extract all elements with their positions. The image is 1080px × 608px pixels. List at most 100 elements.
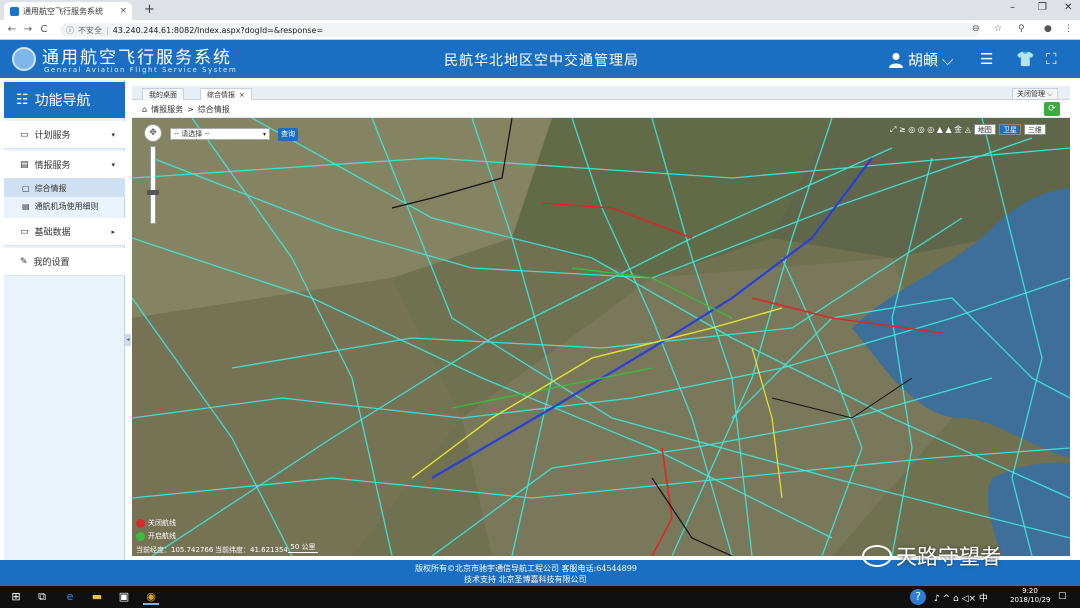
file-explorer-icon[interactable]: ▬ xyxy=(89,589,105,605)
edge-icon[interactable]: e xyxy=(62,589,78,605)
map-tool-icons[interactable]: ⤢ ≥ ◎ ◎ ◎ ▲ ▲ 金 ◬ xyxy=(890,124,971,136)
caret-right-icon: ▸ xyxy=(111,227,115,236)
fullscreen-icon[interactable]: ⛶ xyxy=(1046,50,1057,68)
caret-down-icon: ▾ xyxy=(111,160,115,169)
legend-swatch xyxy=(136,518,145,528)
satellite-map[interactable] xyxy=(132,118,1070,556)
system-clock[interactable]: 9:20 2018/10/29 xyxy=(1010,587,1050,605)
grid-icon: ☷ xyxy=(16,92,29,108)
task-view-icon[interactable]: ⧉ xyxy=(34,589,50,605)
sidebar-item-label: 情报服务 xyxy=(34,161,71,171)
breadcrumb-separator: > xyxy=(187,104,194,114)
bookmark-star-icon[interactable]: ☆ xyxy=(994,24,1002,34)
layer-map-button[interactable]: 地图 xyxy=(973,124,996,135)
browser-menu-icon[interactable]: ⋮ xyxy=(1064,24,1073,34)
close-window-button[interactable]: ✕ xyxy=(1064,2,1072,13)
tab-close-icon[interactable]: × xyxy=(239,91,245,99)
maximize-button[interactable]: ❐ xyxy=(1038,2,1047,13)
sidebar-subitem-label: 综合情报 xyxy=(34,183,67,193)
zoom-slider[interactable] xyxy=(150,146,156,224)
intel-icon: ▤ xyxy=(20,159,29,170)
latitude-readout: 当前纬度：41.621354 xyxy=(215,546,288,554)
clock-time: 9:20 xyxy=(1022,587,1038,595)
theme-shirt-icon[interactable]: 👕 xyxy=(1016,50,1035,68)
folder-icon: ▭ xyxy=(20,226,29,237)
new-tab-button[interactable]: + xyxy=(144,2,155,17)
sidebar-item-basic-data[interactable]: ▭ 基础数据 ▸ xyxy=(4,218,125,246)
home-icon: ⌂ xyxy=(142,104,148,114)
select-placeholder: -- 请选择 -- xyxy=(174,130,210,138)
zoom-slider-thumb[interactable] xyxy=(147,190,159,195)
map-scale: 50 公里 xyxy=(288,542,318,553)
sidebar-item-plan[interactable]: ▭ 计划服务 ▾ xyxy=(4,121,125,149)
tab-close-icon[interactable]: × xyxy=(119,6,127,16)
organization-name: 民航华北地区空中交通管理局 xyxy=(444,53,639,69)
url-text: 43.240.244.61:8082/Index.aspx?dogId=&res… xyxy=(112,25,324,35)
forward-button[interactable]: → xyxy=(20,24,36,35)
sidebar-item-settings[interactable]: ✎ 我的设置 xyxy=(4,248,125,276)
back-button[interactable]: ← xyxy=(4,24,20,35)
insecure-label: 不安全 xyxy=(78,25,102,35)
layer-satellite-button[interactable]: 卫星 xyxy=(998,124,1021,135)
app-title: 通用航空飞行服务系统 xyxy=(42,48,232,68)
store-icon[interactable]: ▣ xyxy=(116,589,132,605)
sidebar-item-label: 我的设置 xyxy=(33,258,70,268)
notification-icon[interactable]: ▢ xyxy=(1058,591,1067,601)
chrome-icon[interactable]: ◉ xyxy=(143,589,159,605)
tray-icons[interactable]: ♪ ^ ⌂ ◁× 中 xyxy=(934,591,988,604)
caret-down-icon: ▾ xyxy=(111,130,115,139)
sidebar-item-label: 计划服务 xyxy=(34,131,71,141)
map-canvas[interactable] xyxy=(132,118,1070,556)
layer-3d-button[interactable]: 三维 xyxy=(1023,124,1046,135)
help-icon[interactable]: ? xyxy=(910,589,926,605)
tab-label: 我的桌面 xyxy=(149,90,177,99)
map-toolbar: ⤢ ≥ ◎ ◎ ◎ ▲ ▲ 金 ◬ 地图 卫星 三维 xyxy=(890,124,1046,136)
tech-support-text: 技术支持 北京圣博嘉科技有限公司 xyxy=(464,575,587,584)
legend-label: 关闭航线 xyxy=(148,519,176,527)
breadcrumb-item: 情报服务 xyxy=(151,104,184,114)
start-icon[interactable]: ⊞ xyxy=(8,589,24,605)
wechat-logo-icon xyxy=(862,545,892,567)
map-search-select[interactable]: -- 请选择 -- ▾ xyxy=(170,128,270,140)
favicon-icon xyxy=(10,6,19,16)
tab-comprehensive-intel[interactable]: 综合情报 × xyxy=(200,88,252,100)
address-bar: ← → C ⓘ 不安全 | 43.240.244.61:8082/Index.a… xyxy=(0,20,1080,40)
longitude-readout: 当前经度：105.742766 xyxy=(136,546,214,554)
watermark: 天路守望者 xyxy=(862,541,1001,571)
browser-tab-title: 通用航空飞行服务系统 xyxy=(23,6,103,16)
user-menu[interactable]: 胡頔 ⌵ xyxy=(888,49,953,70)
tab-label: 综合情报 xyxy=(207,90,235,99)
clock-date: 2018/10/29 xyxy=(1010,596,1051,604)
legend-swatch xyxy=(136,531,145,541)
refresh-button[interactable]: ⟳ xyxy=(1044,102,1060,116)
sidebar-subitem-airport-rules[interactable]: ▤ 通航机场使用细则 xyxy=(4,197,125,215)
sidebar-item-intel[interactable]: ▤ 情报服务 ▾ xyxy=(4,151,125,179)
query-button[interactable]: 查询 xyxy=(278,128,298,141)
legend-closed-route: 关闭航线 xyxy=(136,518,176,528)
user-name: 胡頔 xyxy=(908,51,939,69)
reload-button[interactable]: C xyxy=(36,24,52,35)
app-logo-icon xyxy=(12,47,36,71)
doc-icon: ▤ xyxy=(22,201,30,211)
legend-label: 开启航线 xyxy=(148,532,176,540)
extension-icon[interactable]: ⚲ xyxy=(1018,24,1025,34)
wrench-icon: ✎ xyxy=(20,256,28,267)
sidebar-subitem-label: 通航机场使用细则 xyxy=(34,201,99,211)
info-icon[interactable]: ⓘ xyxy=(66,25,74,36)
breadcrumb-item: 综合情报 xyxy=(197,104,230,114)
zoom-icon[interactable]: ⊖ xyxy=(972,24,980,34)
minimize-button[interactable]: – xyxy=(1010,2,1015,13)
sidebar-collapse-handle[interactable]: ◂ xyxy=(125,334,131,346)
copyright-text: 版权所有©北京市驰宇通信导航工程公司 客服电话:64544899 xyxy=(415,564,637,573)
tab-my-desktop[interactable]: 我的桌面 xyxy=(142,88,184,100)
chevron-down-icon: ⌵ xyxy=(942,50,954,69)
account-icon[interactable]: ● xyxy=(1044,24,1052,34)
legend-open-route: 开启航线 xyxy=(136,531,176,541)
hamburger-menu-icon[interactable]: ☰ xyxy=(980,50,993,68)
pan-control-icon[interactable]: ✥ xyxy=(144,124,162,142)
select-caret-icon: ▾ xyxy=(262,130,266,138)
url-field[interactable]: ⓘ 不安全 | 43.240.244.61:8082/Index.aspx?do… xyxy=(60,23,980,37)
sidebar-subitem-comprehensive-intel[interactable]: ▢ 综合情报 xyxy=(4,179,125,197)
close-tabs-menu-button[interactable]: 关闭管理 ⌵ xyxy=(1012,88,1058,100)
browser-tab[interactable]: 通用航空飞行服务系统 × xyxy=(4,2,132,20)
